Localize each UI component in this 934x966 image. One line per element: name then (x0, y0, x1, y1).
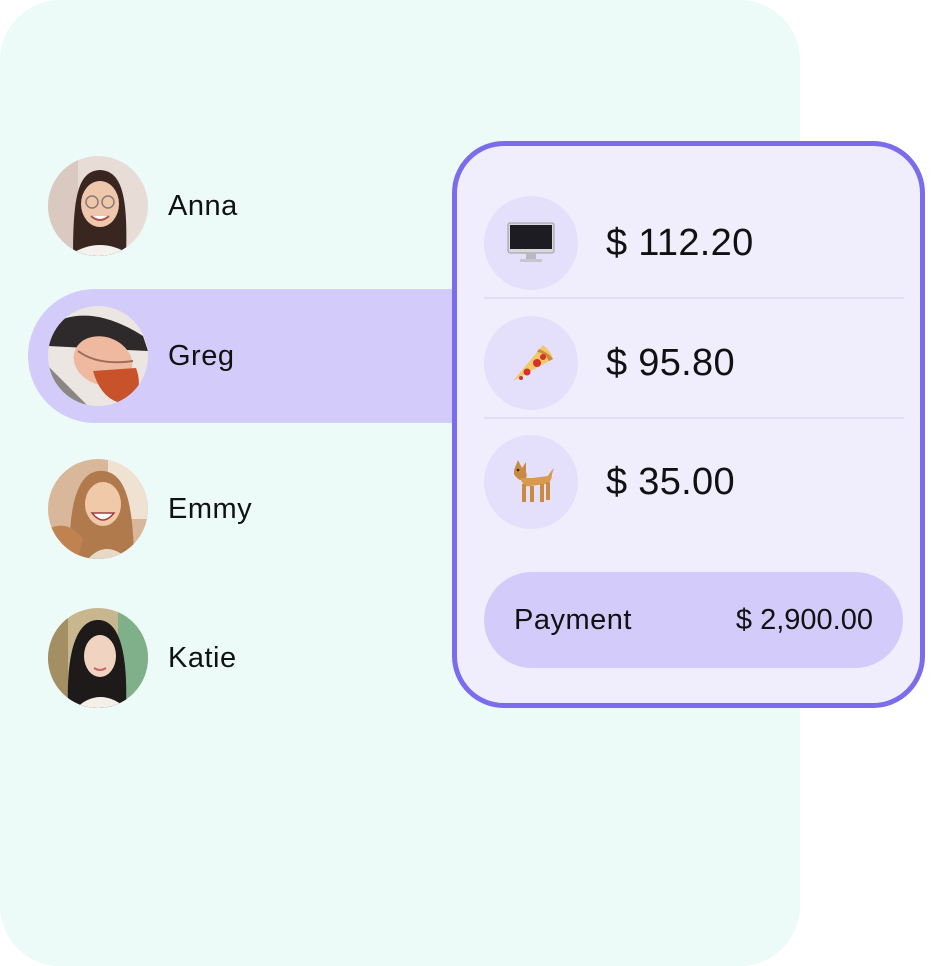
contact-name: Greg (168, 339, 235, 372)
katie-avatar (48, 608, 148, 708)
expense-amount: $ 112.20 (606, 221, 754, 264)
contact-greg[interactable]: Greg (48, 306, 234, 406)
payment-total: $ 2,900.00 (735, 603, 873, 636)
row-divider (484, 297, 904, 299)
expense-row[interactable]: $ 95.80 (484, 308, 904, 418)
app-canvas: Anna Greg Emmy Katie $ 112.20 $ 95.80 $ … (0, 0, 934, 966)
payment-label: Payment (514, 603, 632, 636)
expense-icon-circle (484, 196, 578, 290)
contact-name: Emmy (168, 492, 253, 525)
avatar (48, 459, 148, 559)
avatar (48, 156, 148, 256)
payment-button[interactable]: Payment $ 2,900.00 (484, 572, 903, 668)
contact-name: Katie (168, 641, 237, 674)
expense-amount: $ 35.00 (606, 460, 735, 503)
computer-monitor-icon (507, 222, 555, 262)
expense-icon-circle (484, 435, 578, 529)
emmy-avatar (48, 459, 148, 559)
greg-avatar (48, 306, 148, 406)
expense-row[interactable]: $ 112.20 (484, 188, 904, 298)
expense-card: $ 112.20 $ 95.80 $ 35.00 Payment $ 2,900… (452, 141, 925, 708)
expense-amount: $ 95.80 (606, 341, 735, 384)
avatar (48, 306, 148, 406)
contact-anna[interactable]: Anna (48, 156, 238, 256)
pizza-icon (513, 345, 553, 381)
row-divider (484, 417, 904, 419)
dog-icon (514, 460, 554, 502)
expense-icon-circle (484, 316, 578, 410)
contact-emmy[interactable]: Emmy (48, 459, 252, 559)
anna-avatar (48, 156, 148, 256)
expense-row[interactable]: $ 35.00 (484, 427, 904, 537)
contact-name: Anna (168, 189, 238, 222)
avatar (48, 608, 148, 708)
contact-katie[interactable]: Katie (48, 608, 237, 708)
